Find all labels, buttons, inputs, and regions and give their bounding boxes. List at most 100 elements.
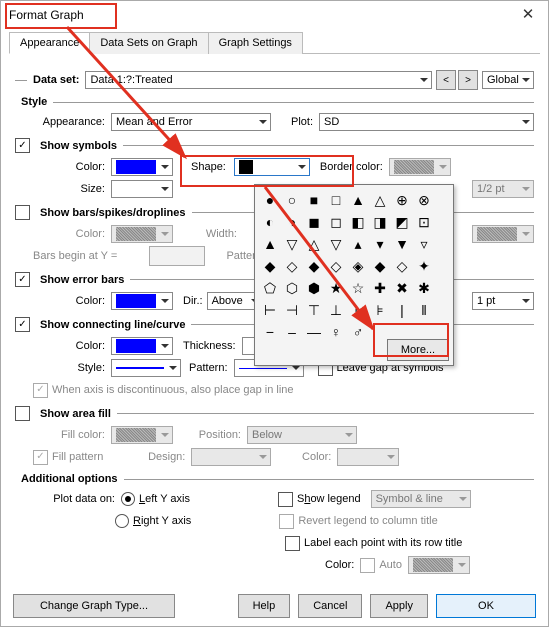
line-style-select[interactable] [111, 359, 181, 377]
shape-option[interactable]: ◈ [347, 255, 369, 277]
shape-option[interactable]: ◆ [259, 255, 281, 277]
shape-option[interactable]: ◆ [369, 255, 391, 277]
shape-option[interactable]: ⊧ [369, 299, 391, 321]
shape-option[interactable]: ✱ [413, 277, 435, 299]
shape-option[interactable]: ♂ [347, 321, 369, 343]
bars-begin-input[interactable] [149, 246, 205, 266]
show-connecting-check[interactable] [15, 317, 30, 332]
legend-select[interactable]: Symbol & line [371, 490, 471, 508]
fill-color-select[interactable] [111, 426, 173, 444]
dataset-prev-button[interactable]: < [436, 70, 456, 90]
global-select[interactable]: Global [482, 71, 534, 89]
row-title-color-select[interactable] [408, 556, 470, 574]
plot-select[interactable]: SD [319, 113, 534, 131]
shape-option[interactable]: ⊡ [413, 211, 435, 233]
shape-option[interactable]: △ [303, 233, 325, 255]
shape-option[interactable]: ◇ [281, 255, 303, 277]
shape-option[interactable]: △ [369, 189, 391, 211]
symbol-color-swatch [116, 160, 156, 174]
shape-option[interactable]: ◩ [391, 211, 413, 233]
tab-data-sets[interactable]: Data Sets on Graph [89, 32, 208, 54]
shape-option[interactable]: ☆ [347, 277, 369, 299]
shape-option[interactable]: ◇ [391, 255, 413, 277]
shape-option[interactable]: | [391, 299, 413, 321]
shape-option[interactable]: ⊢ [259, 299, 281, 321]
size-select[interactable] [111, 180, 173, 198]
error-color-label: Color: [15, 295, 111, 307]
ok-button[interactable]: OK [436, 594, 536, 618]
tab-graph-settings[interactable]: Graph Settings [208, 32, 303, 54]
position-select[interactable]: Below [247, 426, 357, 444]
border-color-select[interactable] [389, 158, 451, 176]
bars-color-select[interactable] [111, 225, 173, 243]
appearance-select[interactable]: Mean and Error [111, 113, 271, 131]
error-thickness-select[interactable]: 1 pt [472, 292, 534, 310]
shape-option[interactable]: ⬡ [281, 277, 303, 299]
show-errorbars-check[interactable] [15, 272, 30, 287]
shape-option[interactable]: ● [259, 189, 281, 211]
shape-option[interactable]: ▲ [259, 233, 281, 255]
shape-option[interactable]: ◆ [303, 255, 325, 277]
shape-select[interactable] [234, 158, 310, 176]
shape-option[interactable]: ▾ [369, 233, 391, 255]
shape-option[interactable]: ✦ [413, 255, 435, 277]
design-select[interactable] [191, 448, 271, 466]
shape-option[interactable]: ▼ [391, 233, 413, 255]
shape-option[interactable]: ♀ [325, 321, 347, 343]
shape-option[interactable]: ▴ [347, 233, 369, 255]
left-y-radio[interactable] [121, 492, 135, 506]
area-color-select[interactable] [337, 448, 399, 466]
label-each-label: Label each point with its row title [304, 537, 462, 549]
shape-option[interactable]: ⬢ [303, 277, 325, 299]
show-symbols-check[interactable] [15, 138, 30, 153]
data-set-select[interactable]: Data 1:?:Treated [85, 71, 432, 89]
cancel-button[interactable]: Cancel [298, 594, 362, 618]
line-color-select[interactable] [111, 337, 173, 355]
shape-option[interactable]: ◐ [259, 211, 281, 233]
shape-option[interactable]: ✚ [369, 277, 391, 299]
shape-option[interactable]: ⊕ [391, 189, 413, 211]
bars-border-select[interactable] [472, 225, 534, 243]
error-color-select[interactable] [111, 292, 173, 310]
shape-option[interactable]: ▽ [325, 233, 347, 255]
shape-option[interactable]: ⊦ [347, 299, 369, 321]
change-graph-type-button[interactable]: Change Graph Type... [13, 594, 175, 618]
shape-option[interactable]: □ [325, 189, 347, 211]
apply-button[interactable]: Apply [370, 594, 428, 618]
show-area-check[interactable] [15, 406, 30, 421]
dataset-next-button[interactable]: > [458, 70, 478, 90]
tab-appearance[interactable]: Appearance [9, 32, 90, 54]
shape-option[interactable]: – [281, 321, 303, 343]
shape-option[interactable]: ▿ [413, 233, 435, 255]
shape-more-button[interactable]: More... [387, 339, 449, 361]
row-color-swatch [413, 558, 453, 572]
shape-option[interactable]: ◻ [325, 211, 347, 233]
shape-option[interactable]: ⊥ [325, 299, 347, 321]
label-each-check[interactable] [285, 536, 300, 551]
close-icon[interactable]: ✕ [516, 5, 540, 23]
border-thickness-select[interactable]: 1/2 pt [472, 180, 534, 198]
shape-option[interactable]: ◇ [325, 255, 347, 277]
shape-option[interactable]: — [303, 321, 325, 343]
help-button[interactable]: Help [238, 594, 291, 618]
shape-option[interactable]: ◨ [369, 211, 391, 233]
shape-option[interactable]: ◑ [281, 211, 303, 233]
shape-option[interactable]: ◧ [347, 211, 369, 233]
shape-option[interactable]: ★ [325, 277, 347, 299]
symbol-color-select[interactable] [111, 158, 173, 176]
shape-option[interactable]: ⊣ [281, 299, 303, 321]
shape-option[interactable]: ✖ [391, 277, 413, 299]
shape-option[interactable]: ‖ [413, 299, 435, 321]
shape-option[interactable]: ■ [303, 189, 325, 211]
show-bars-check[interactable] [15, 205, 30, 220]
shape-option[interactable]: ○ [281, 189, 303, 211]
shape-option[interactable]: ⊤ [303, 299, 325, 321]
shape-option[interactable]: ⬠ [259, 277, 281, 299]
show-legend-check[interactable] [278, 492, 293, 507]
shape-option[interactable]: ▲ [347, 189, 369, 211]
shape-option[interactable]: ◼ [303, 211, 325, 233]
shape-option[interactable]: ▽ [281, 233, 303, 255]
shape-option[interactable]: ⊗ [413, 189, 435, 211]
right-y-radio[interactable] [115, 514, 129, 528]
shape-option[interactable]: − [259, 321, 281, 343]
